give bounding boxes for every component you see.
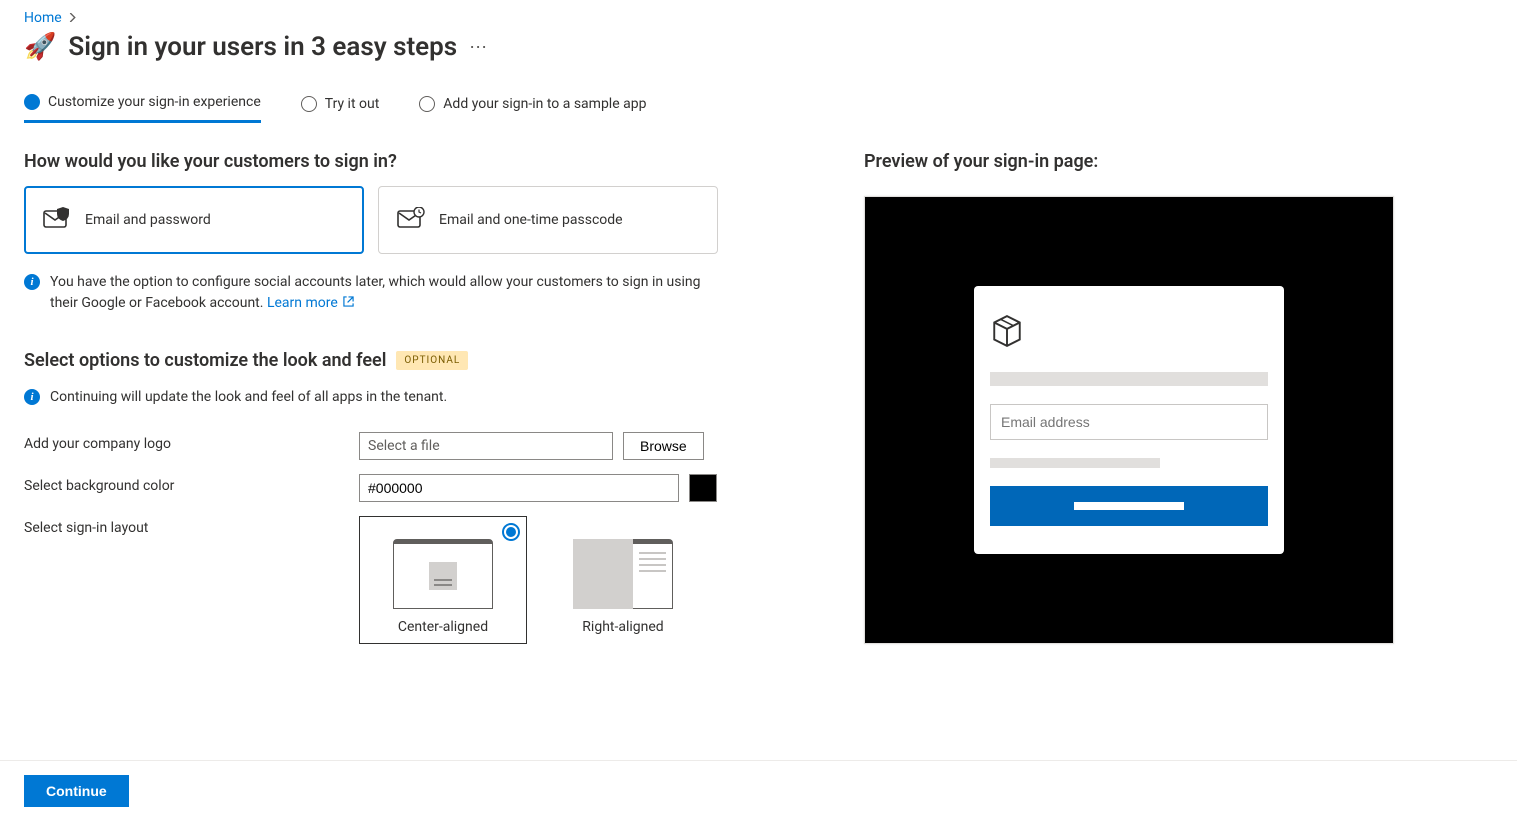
continue-button[interactable]: Continue: [24, 775, 129, 807]
info-text: You have the option to configure social …: [50, 274, 701, 311]
more-actions-button[interactable]: ⋯: [469, 37, 488, 58]
layout-option-label: Center-aligned: [368, 619, 518, 635]
page-title: Sign in your users in 3 easy steps: [68, 32, 457, 62]
info-icon: i: [24, 389, 40, 405]
mail-clock-icon: [397, 207, 425, 233]
radio-empty-icon: [301, 96, 317, 112]
radio-empty-icon: [419, 96, 435, 112]
step-customize[interactable]: Customize your sign-in experience: [24, 94, 261, 123]
optional-badge: OPTIONAL: [396, 351, 468, 370]
step-try-it-out[interactable]: Try it out: [301, 94, 380, 123]
info-icon: i: [24, 274, 40, 290]
radio-selected-icon: [502, 523, 520, 541]
preview-signin-card: [974, 286, 1284, 554]
layout-center-thumb-icon: [393, 539, 493, 609]
info-text: Continuing will update the look and feel…: [50, 387, 447, 408]
option-email-passcode[interactable]: Email and one-time passcode: [378, 186, 718, 254]
preview-primary-button: [990, 486, 1268, 526]
placeholder-line: [990, 372, 1268, 386]
page-title-row: 🚀 Sign in your users in 3 easy steps ⋯: [24, 32, 1493, 62]
package-icon: [990, 314, 1268, 352]
wizard-steps: Customize your sign-in experience Try it…: [24, 94, 1493, 123]
step-label: Try it out: [325, 96, 380, 112]
mail-shield-icon: [43, 207, 71, 233]
radio-filled-icon: [24, 94, 40, 110]
option-label: Email and password: [85, 212, 211, 228]
breadcrumb-home[interactable]: Home: [24, 10, 62, 26]
chevron-right-icon: [68, 12, 77, 25]
step-label: Customize your sign-in experience: [48, 94, 261, 110]
preview-frame: [864, 196, 1394, 644]
browse-button[interactable]: Browse: [623, 432, 704, 460]
footer-bar: Continue: [0, 760, 1517, 821]
layout-option-label: Right-aligned: [548, 619, 698, 635]
layout-center-option[interactable]: Center-aligned: [359, 516, 527, 644]
rocket-icon: 🚀: [24, 32, 56, 62]
bgcolor-swatch[interactable]: [689, 474, 717, 502]
logo-file-input[interactable]: Select a file: [359, 432, 613, 460]
tenant-update-info: i Continuing will update the look and fe…: [24, 387, 724, 408]
layout-right-option[interactable]: Right-aligned: [539, 516, 707, 644]
social-accounts-info: i You have the option to configure socia…: [24, 272, 724, 314]
customize-heading: Select options to customize the look and…: [24, 350, 386, 371]
option-label: Email and one-time passcode: [439, 212, 623, 228]
layout-label: Select sign-in layout: [24, 516, 359, 536]
external-link-icon: [343, 293, 354, 314]
preview-heading: Preview of your sign-in page:: [864, 151, 1493, 172]
option-email-password[interactable]: Email and password: [24, 186, 364, 254]
bgcolor-label: Select background color: [24, 474, 359, 494]
breadcrumb: Home: [24, 10, 1493, 26]
preview-email-input: [990, 404, 1268, 440]
step-label: Add your sign-in to a sample app: [443, 96, 646, 112]
bgcolor-input[interactable]: [359, 474, 679, 502]
layout-right-thumb-icon: [573, 539, 673, 609]
signin-method-heading: How would you like your customers to sig…: [24, 151, 744, 172]
placeholder-line: [990, 458, 1160, 468]
step-add-to-sample[interactable]: Add your sign-in to a sample app: [419, 94, 646, 123]
logo-label: Add your company logo: [24, 432, 359, 452]
learn-more-link[interactable]: Learn more: [267, 295, 354, 311]
